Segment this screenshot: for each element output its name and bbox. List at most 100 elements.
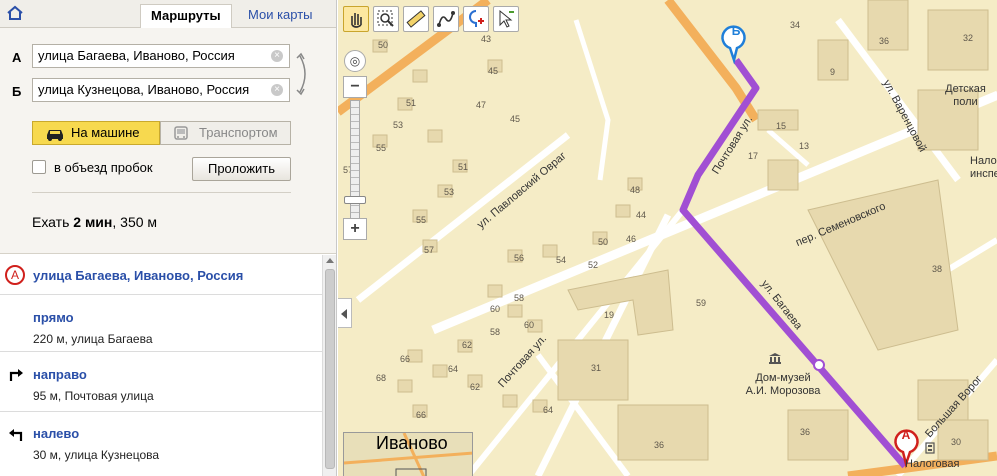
zoom-out-button[interactable]: − — [343, 76, 367, 98]
step-title: налево — [33, 426, 80, 441]
step-start[interactable]: А улица Багаева, Иваново, Россия — [0, 255, 322, 295]
step-title: направо — [33, 367, 87, 382]
building-number: 31 — [591, 363, 602, 373]
zoom-area-icon[interactable] — [373, 6, 399, 32]
collapse-panel-button[interactable] — [338, 298, 352, 328]
building-number: 9 — [830, 67, 836, 77]
building-number: 62 — [470, 382, 481, 392]
mode-transit-button[interactable]: Транспортом — [160, 121, 291, 145]
building-number: 19 — [604, 310, 615, 320]
building-number: 64 — [448, 364, 459, 374]
building-number: 32 — [963, 33, 974, 43]
mode-car-button[interactable]: На машине — [32, 121, 160, 145]
step-title: прямо — [33, 310, 74, 325]
building-number: 66 — [400, 354, 411, 364]
add-point-icon[interactable] — [463, 6, 489, 32]
form-divider — [32, 192, 291, 193]
step-desc: 220 м, улица Багаева — [33, 332, 153, 346]
compass-icon[interactable]: ◎ — [344, 50, 366, 72]
building-number: 45 — [488, 66, 499, 76]
poi-children-clinic[interactable]: Детская поли — [934, 83, 997, 109]
from-input[interactable]: улица Багаева, Иваново, Россия — [32, 44, 290, 68]
building-number: 44 — [636, 210, 647, 220]
route-form: А улица Багаева, Иваново, Россия × Б ули… — [0, 28, 336, 254]
building-number: 15 — [776, 121, 787, 131]
turn-left-icon — [6, 426, 24, 445]
route-steps: А улица Багаева, Иваново, Россия прямо 2… — [0, 255, 322, 476]
step-desc: 30 м, улица Кузнецова — [33, 448, 160, 462]
building-number: 38 — [932, 264, 943, 274]
minimap[interactable]: Иваново — [343, 432, 473, 476]
building-number: 50 — [598, 237, 609, 247]
building-number: 51 — [406, 98, 417, 108]
clear-to-icon[interactable]: × — [271, 84, 283, 96]
route-summary: Ехать 2 мин, 350 м — [32, 214, 158, 230]
marker-b-label[interactable]: Б — [730, 25, 742, 38]
building-number: 57 — [424, 245, 435, 255]
car-icon — [45, 126, 65, 148]
steps-scrollbar[interactable] — [322, 255, 336, 476]
building-number: 62 — [462, 340, 473, 350]
avoid-traffic-checkbox[interactable] — [32, 160, 46, 174]
directions-panel: Маршруты Мои карты А улица Багаева, Иван… — [0, 0, 337, 476]
building-number: 56 — [514, 253, 525, 263]
turn-right-icon — [8, 366, 26, 385]
building-number: 58 — [514, 293, 525, 303]
step-title: улица Багаева, Иваново, Россия — [33, 268, 244, 283]
step-left[interactable]: налево 30 м, улица Кузнецова — [0, 412, 322, 476]
step-right[interactable]: направо 95 м, Почтовая улица — [0, 352, 322, 412]
poi-tax-office-bottom[interactable]: Налоговая — [905, 458, 959, 471]
build-route-button[interactable]: Проложить — [192, 157, 291, 181]
building-number: 54 — [556, 255, 567, 265]
zoom-in-button[interactable]: + — [343, 218, 367, 240]
building-number: 48 — [630, 185, 641, 195]
building-number: 53 — [444, 187, 455, 197]
building-number: 34 — [790, 20, 801, 30]
poi-museum[interactable]: Дом-музей А.И. Морозова — [743, 372, 823, 398]
cursor-info-icon[interactable] — [493, 6, 519, 32]
building-number: 60 — [524, 320, 535, 330]
building-number: 68 — [376, 373, 387, 383]
tab-routes[interactable]: Маршруты — [140, 4, 232, 29]
building-number: 50 — [378, 40, 389, 50]
building-number: 66 — [416, 410, 427, 420]
home-icon[interactable] — [6, 4, 24, 22]
tax-office-icon[interactable] — [925, 442, 935, 457]
ruler-icon[interactable] — [403, 6, 429, 32]
building-number: 64 — [543, 405, 554, 415]
building-number: 36 — [654, 440, 665, 450]
step-desc: 95 м, Почтовая улица — [33, 389, 154, 403]
zoom-slider-handle[interactable] — [344, 196, 366, 204]
map-canvas — [338, 0, 997, 476]
building-number: 17 — [748, 151, 759, 161]
building-number: 46 — [626, 234, 637, 244]
building-number: 51 — [458, 162, 469, 172]
scroll-up-icon[interactable] — [326, 258, 334, 263]
mode-car-label: На машине — [71, 125, 140, 140]
building-number: 36 — [800, 427, 811, 437]
avoid-traffic-label: в объезд пробок — [54, 160, 153, 175]
museum-icon[interactable] — [768, 352, 782, 367]
minimap-city-label: Иваново — [376, 433, 448, 453]
building-number: 52 — [588, 260, 599, 270]
hand-tool-icon[interactable] — [343, 6, 369, 32]
poi-tax-office[interactable]: Налоговая инспе — [970, 155, 997, 181]
to-label: Б — [12, 84, 22, 99]
to-input[interactable]: улица Кузнецова, Иваново, Россия — [32, 78, 290, 102]
tab-my-maps[interactable]: Мои карты — [238, 4, 323, 29]
building-number: 13 — [799, 141, 810, 151]
swap-route-icon[interactable] — [296, 52, 312, 96]
map-view[interactable]: Б А 43 50 45 51 47 53 45 55 51 53 57 55 … — [338, 0, 997, 476]
step-straight[interactable]: прямо 220 м, улица Багаева — [0, 295, 322, 352]
building-number: 53 — [393, 120, 404, 130]
building-number: 55 — [416, 215, 427, 225]
point-a-icon: А — [5, 265, 25, 285]
marker-a-label[interactable]: А — [900, 429, 912, 442]
building-number: 47 — [476, 100, 487, 110]
building-number: 59 — [696, 298, 707, 308]
building-number: 55 — [376, 143, 387, 153]
building-number: 58 — [490, 327, 501, 337]
clear-from-icon[interactable]: × — [271, 50, 283, 62]
route-tool-icon[interactable] — [433, 6, 459, 32]
scroll-thumb[interactable] — [325, 269, 335, 469]
